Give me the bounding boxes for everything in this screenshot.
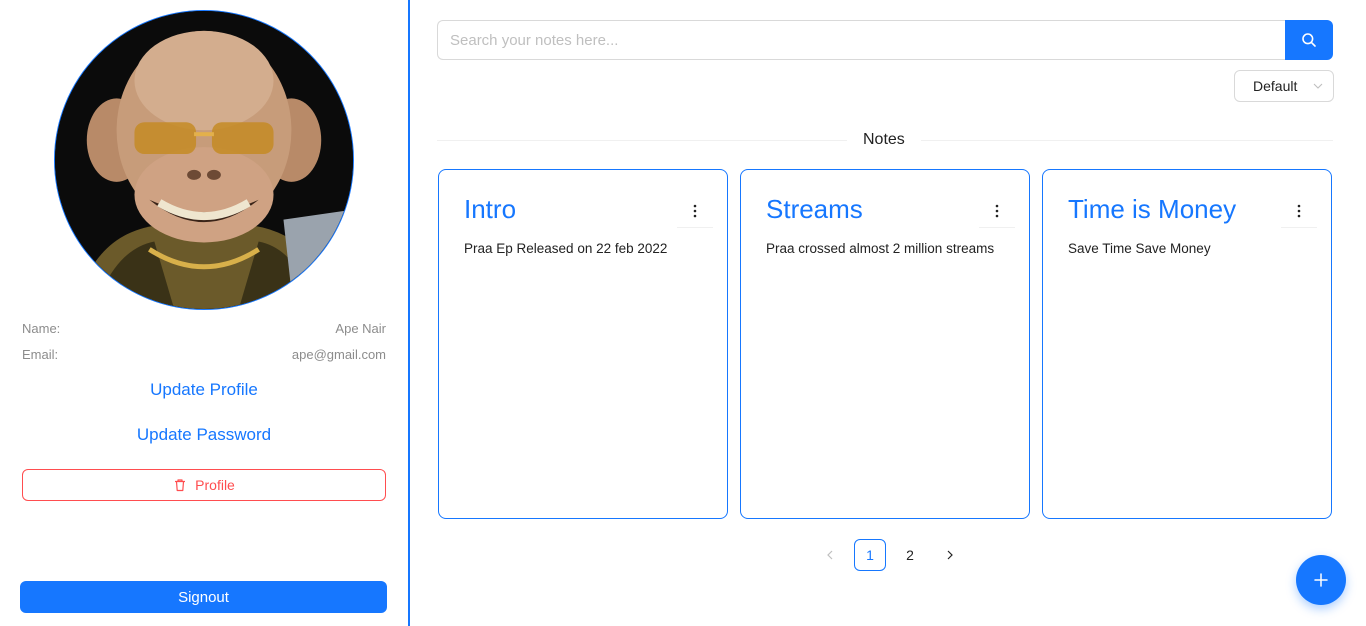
- note-title: Streams: [766, 194, 863, 224]
- pagination-page-1[interactable]: 1: [854, 539, 886, 571]
- notes-card-list: Intro Praa Ep Released on 22 feb 2022 St…: [438, 169, 1332, 519]
- note-body: Praa crossed almost 2 million streams: [766, 241, 995, 256]
- email-value: ape@gmail.com: [291, 347, 386, 362]
- delete-profile-label: Profile: [195, 477, 235, 493]
- profile-sidebar: Name: Ape Nair Email: ape@gmail.com Upda…: [0, 0, 410, 626]
- sort-selected-value: Default: [1253, 78, 1298, 94]
- add-note-button[interactable]: [1296, 555, 1346, 605]
- note-title: Intro: [464, 194, 517, 224]
- plus-icon: [1314, 573, 1328, 587]
- notes-divider: Notes: [437, 130, 1333, 150]
- note-menu-button[interactable]: [677, 200, 713, 228]
- note-card[interactable]: Streams Praa crossed almost 2 million st…: [740, 169, 1030, 519]
- update-password-button[interactable]: Update Password: [22, 425, 386, 445]
- app-root: Name: Ape Nair Email: ape@gmail.com Upda…: [0, 0, 1366, 626]
- note-menu-button[interactable]: [1281, 200, 1317, 228]
- more-vertical-icon: [995, 204, 999, 218]
- name-value: Ape Nair: [335, 321, 386, 336]
- search-bar: [437, 20, 1333, 60]
- avatar-image: [55, 11, 353, 309]
- pagination-next-button[interactable]: [934, 539, 966, 571]
- divider-line-right: [920, 139, 1333, 141]
- pagination-page-2[interactable]: 2: [894, 539, 926, 571]
- chevron-left-icon: [827, 550, 833, 560]
- pagination-prev-button[interactable]: [814, 539, 846, 571]
- sort-select[interactable]: Default: [1234, 70, 1334, 102]
- chevron-right-icon: [947, 550, 953, 560]
- trash-icon: [175, 479, 186, 492]
- pagination: 1 2: [814, 539, 966, 571]
- email-label: Email:: [22, 347, 59, 362]
- avatar: [54, 10, 354, 310]
- note-body: Praa Ep Released on 22 feb 2022: [464, 241, 668, 256]
- signout-button[interactable]: Signout: [20, 581, 387, 613]
- notes-main: Default Notes Intro Praa Ep Released on …: [410, 0, 1366, 626]
- update-profile-button[interactable]: Update Profile: [22, 380, 386, 400]
- divider-line-left: [437, 139, 847, 141]
- more-vertical-icon: [1297, 204, 1301, 218]
- note-menu-button[interactable]: [979, 200, 1015, 228]
- profile-email-row: Email: ape@gmail.com: [22, 347, 386, 362]
- note-body: Save Time Save Money: [1068, 241, 1211, 256]
- notes-section-title: Notes: [863, 131, 905, 148]
- search-button[interactable]: [1285, 20, 1333, 60]
- more-vertical-icon: [693, 204, 697, 218]
- search-input[interactable]: [437, 20, 1285, 60]
- note-title: Time is Money: [1068, 194, 1237, 224]
- search-icon: [1302, 33, 1316, 47]
- chevron-down-icon: [1313, 83, 1323, 89]
- delete-profile-button[interactable]: Profile: [22, 469, 386, 501]
- note-card[interactable]: Time is Money Save Time Save Money: [1042, 169, 1332, 519]
- name-label: Name:: [22, 321, 61, 336]
- note-card[interactable]: Intro Praa Ep Released on 22 feb 2022: [438, 169, 728, 519]
- profile-name-row: Name: Ape Nair: [22, 321, 386, 336]
